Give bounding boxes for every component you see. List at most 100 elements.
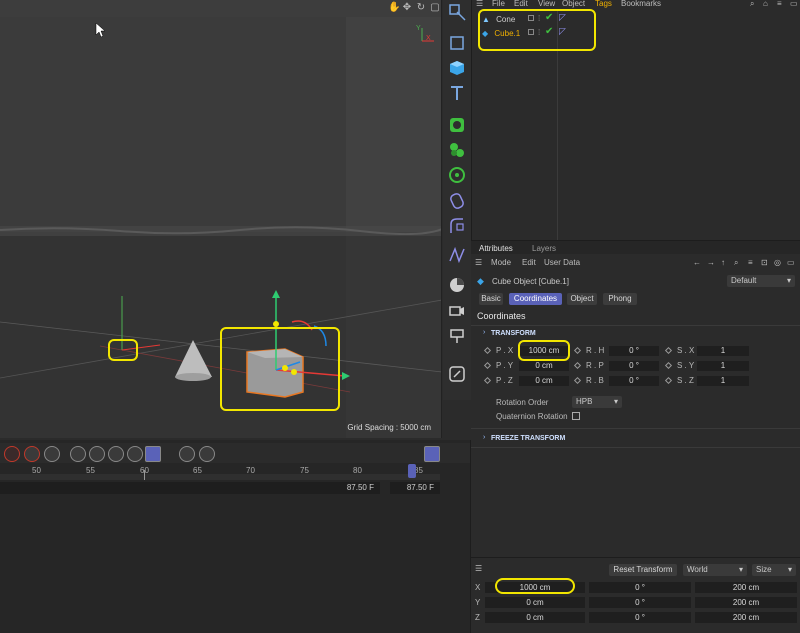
axis-x-label: X bbox=[475, 583, 481, 592]
filter-icon[interactable]: ≡ bbox=[748, 258, 753, 267]
rotation-b-field[interactable]: 0 ° bbox=[589, 612, 691, 623]
hamburger-menu-icon[interactable]: ☰ bbox=[475, 564, 482, 573]
target-icon[interactable]: ◎ bbox=[774, 258, 781, 267]
reset-transform-button[interactable]: Reset Transform bbox=[609, 564, 677, 576]
menu-edit[interactable]: Edit bbox=[522, 258, 536, 267]
spline-icon[interactable] bbox=[447, 245, 467, 265]
mode-dropdown[interactable]: Size ▾ bbox=[752, 564, 796, 576]
menu-object[interactable]: Object bbox=[562, 0, 585, 8]
keyframe-diamond-icon[interactable] bbox=[483, 376, 492, 385]
new-panel-icon[interactable]: ▭ bbox=[787, 258, 795, 267]
key-pla-icon[interactable] bbox=[145, 446, 161, 462]
position-y-field[interactable]: 0 cm bbox=[485, 597, 585, 608]
sz-field[interactable]: 1 bbox=[697, 376, 749, 386]
new-panel-icon[interactable]: ▭ bbox=[790, 0, 798, 8]
collapse-arrow-icon[interactable]: › bbox=[483, 329, 485, 336]
key-scale-icon[interactable] bbox=[108, 446, 124, 462]
up-arrow-icon[interactable]: ↑ bbox=[721, 258, 725, 267]
deformer-icon[interactable] bbox=[447, 191, 467, 211]
motion-path-icon[interactable] bbox=[199, 446, 215, 462]
menu-view[interactable]: View bbox=[538, 0, 555, 8]
menu-edit[interactable]: Edit bbox=[514, 0, 528, 8]
py-field[interactable]: 0 cm bbox=[519, 361, 569, 371]
pz-field[interactable]: 0 cm bbox=[519, 376, 569, 386]
keyframe-diamond-icon[interactable] bbox=[664, 361, 673, 370]
expand-arrow-icon[interactable]: › bbox=[483, 434, 485, 441]
playhead[interactable] bbox=[408, 464, 416, 478]
text-tool-icon[interactable] bbox=[447, 83, 467, 103]
current-frame-field[interactable]: 87.50 F bbox=[0, 482, 380, 494]
hamburger-menu-icon[interactable]: ☰ bbox=[476, 0, 483, 8]
keyframe-diamond-icon[interactable] bbox=[483, 346, 492, 355]
search-icon[interactable]: ⌕ bbox=[734, 258, 738, 268]
position-z-field[interactable]: 0 cm bbox=[485, 612, 585, 623]
forward-arrow-icon[interactable]: → bbox=[707, 258, 715, 267]
menu-file[interactable]: File bbox=[492, 0, 505, 8]
cloner-icon[interactable] bbox=[447, 140, 467, 160]
menu-user-data[interactable]: User Data bbox=[544, 258, 580, 267]
search-icon[interactable]: ⌕ bbox=[750, 0, 754, 9]
object-manager: ☰ File Edit View Object Tags Bookmarks ⌕… bbox=[471, 0, 800, 240]
bend-deformer-icon[interactable] bbox=[447, 216, 467, 236]
preset-dropdown[interactable]: Default ▾ bbox=[727, 275, 795, 287]
key-param-icon[interactable] bbox=[127, 446, 143, 462]
freeze-transform-header[interactable]: FREEZE TRANSFORM bbox=[491, 435, 565, 442]
cube-primitive-icon[interactable] bbox=[447, 58, 467, 78]
timeline-ruler[interactable] bbox=[0, 474, 440, 480]
tab-attributes[interactable]: Attributes bbox=[479, 244, 513, 253]
filter-icon[interactable]: ≡ bbox=[777, 0, 782, 8]
home-icon[interactable]: ⌂ bbox=[763, 0, 768, 8]
motion-record-icon[interactable] bbox=[179, 446, 195, 462]
rb-field[interactable]: 0 ° bbox=[609, 376, 659, 386]
hamburger-menu-icon[interactable]: ☰ bbox=[475, 258, 482, 267]
effector-icon[interactable] bbox=[447, 165, 467, 185]
size-x-field[interactable]: 200 cm bbox=[695, 582, 797, 593]
keyframe-diamond-icon[interactable] bbox=[573, 346, 582, 355]
rotation-p-field[interactable]: 0 ° bbox=[589, 597, 691, 608]
end-frame-field[interactable]: 87.50 F bbox=[390, 482, 440, 494]
keyframe-diamond-icon[interactable] bbox=[664, 376, 673, 385]
menu-tags[interactable]: Tags bbox=[595, 0, 612, 8]
keyframe-diamond-icon[interactable] bbox=[573, 376, 582, 385]
environment-icon[interactable] bbox=[447, 275, 467, 295]
keyframe-diamond-icon[interactable] bbox=[573, 361, 582, 370]
sy-field[interactable]: 1 bbox=[697, 361, 749, 371]
keyframe-diamond-icon[interactable] bbox=[664, 346, 673, 355]
keyframe-diamond-icon[interactable] bbox=[483, 361, 492, 370]
tab-layers[interactable]: Layers bbox=[532, 244, 556, 253]
space-dropdown[interactable]: World ▾ bbox=[683, 564, 747, 576]
rotation-h-field[interactable]: 0 ° bbox=[589, 582, 691, 593]
rp-field[interactable]: 0 ° bbox=[609, 361, 659, 371]
quaternion-checkbox[interactable] bbox=[572, 412, 580, 420]
generator-icon[interactable] bbox=[447, 115, 467, 135]
light-icon[interactable] bbox=[447, 326, 467, 346]
subtab-basic[interactable]: Basic bbox=[479, 293, 503, 305]
record-icon[interactable] bbox=[4, 446, 20, 462]
autokey-icon[interactable] bbox=[24, 446, 40, 462]
grid-spacing-label: Grid Spacing : 5000 cm bbox=[347, 423, 431, 432]
menu-bookmarks[interactable]: Bookmarks bbox=[621, 0, 661, 8]
tag-icon[interactable] bbox=[447, 364, 467, 384]
lock-icon[interactable]: ⊡ bbox=[761, 258, 768, 267]
subtab-coordinates[interactable]: Coordinates bbox=[509, 293, 562, 305]
transform-header[interactable]: TRANSFORM bbox=[491, 330, 536, 337]
viewport[interactable]: ✋ ✥ ↻ ▢ Y X Grid Spacing: 5000 cm bbox=[0, 0, 442, 438]
rectangle-tool-icon[interactable] bbox=[447, 33, 467, 53]
subtab-phong[interactable]: Phong bbox=[603, 293, 637, 305]
menu-mode[interactable]: Mode bbox=[491, 258, 511, 267]
back-arrow-icon[interactable]: ← bbox=[693, 258, 701, 267]
size-y-field[interactable]: 200 cm bbox=[695, 597, 797, 608]
select-tool-icon[interactable] bbox=[447, 2, 467, 22]
subtab-object[interactable]: Object bbox=[567, 293, 597, 305]
key-rotation-icon[interactable] bbox=[89, 446, 105, 462]
py-label: P . Y bbox=[496, 361, 514, 370]
key-position-icon[interactable] bbox=[70, 446, 86, 462]
timeline-expand-icon[interactable] bbox=[424, 446, 440, 462]
sx-field[interactable]: 1 bbox=[697, 346, 749, 356]
sx-label: S . X bbox=[677, 346, 695, 355]
rotation-order-dropdown[interactable]: HPB ▾ bbox=[572, 396, 622, 408]
rh-field[interactable]: 0 ° bbox=[609, 346, 659, 356]
camera-icon[interactable] bbox=[447, 301, 467, 321]
keyframe-settings-icon[interactable] bbox=[44, 446, 60, 462]
size-z-field[interactable]: 200 cm bbox=[695, 612, 797, 623]
